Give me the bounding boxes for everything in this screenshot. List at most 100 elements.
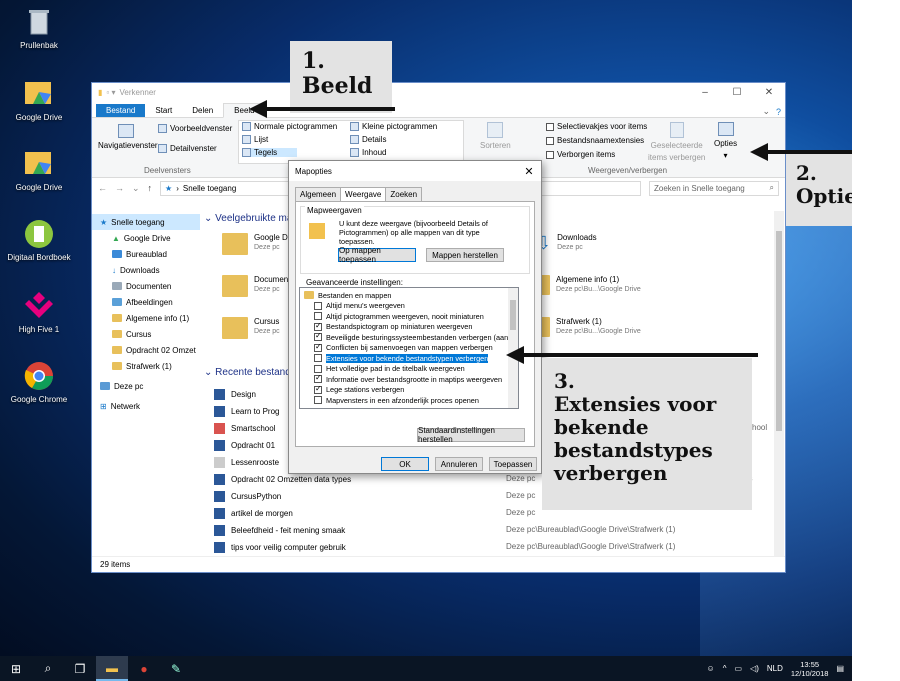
- nav-item-downloads[interactable]: ↓ Downloads: [92, 262, 200, 278]
- layout-small-icons[interactable]: Kleine pictogrammen: [350, 122, 437, 131]
- recent-file[interactable]: Learn to Prog: [214, 406, 279, 417]
- scrollbar-thumb[interactable]: [510, 300, 516, 330]
- nav-item-google-drive[interactable]: ▲ Google Drive: [92, 230, 200, 246]
- desktop-icon-google-drive[interactable]: Google Drive: [2, 78, 76, 122]
- task-view-icon[interactable]: ❐: [64, 656, 96, 681]
- nav-item-quick-access[interactable]: ★ Snelle toegang: [92, 214, 200, 230]
- paint-taskbar-icon[interactable]: ✎: [160, 656, 192, 681]
- tile-strafwerk[interactable]: Strafwerk (1) Deze pc\Bu...\Google Drive: [536, 317, 641, 337]
- list-item[interactable]: Bestanden en mappen: [304, 290, 518, 301]
- list-item[interactable]: Het volledige pad in de titelbalk weerge…: [304, 364, 518, 375]
- checkbox-hidden-items[interactable]: Verborgen items: [546, 150, 615, 159]
- tile-documents[interactable]: Documen Deze pc: [222, 275, 288, 297]
- forward-icon[interactable]: →: [115, 183, 124, 193]
- tile-downloads[interactable]: ⇩ Downloads Deze pc: [536, 233, 597, 254]
- search-icon[interactable]: ⌕: [32, 656, 64, 681]
- notification-icon[interactable]: ▤: [836, 664, 844, 673]
- sort-button[interactable]: Sorteren: [480, 122, 511, 150]
- tab-start[interactable]: Start: [145, 104, 182, 117]
- recent-file[interactable]: artikel de morgen: [214, 508, 293, 519]
- cancel-button[interactable]: Annuleren: [435, 457, 483, 471]
- layout-tiles[interactable]: Tegels: [242, 148, 298, 157]
- quick-access-toolbar-icon[interactable]: ▫ ▾: [106, 88, 115, 97]
- nav-item-cursus[interactable]: Cursus: [92, 326, 200, 342]
- recent-file[interactable]: CursusPython: [214, 491, 281, 502]
- layout-list[interactable]: Lijst: [242, 135, 268, 144]
- desktop-icon-google-drive-2[interactable]: Google Drive: [2, 148, 76, 192]
- list-item[interactable]: Lege stations verbergen: [304, 384, 518, 396]
- scrollbar-thumb[interactable]: [776, 231, 782, 431]
- desktop-icon-digitaal-bordboek[interactable]: Digitaal Bordboek: [2, 218, 76, 262]
- start-icon[interactable]: ⊞: [0, 656, 32, 681]
- people-icon[interactable]: ☺: [707, 664, 715, 673]
- volume-icon[interactable]: ◁): [750, 664, 759, 673]
- layout-details[interactable]: Details: [350, 135, 386, 144]
- checkbox-file-extensions[interactable]: Bestandsnaamextensies: [546, 136, 644, 145]
- recent-file[interactable]: Smartschool: [214, 423, 275, 434]
- close-icon[interactable]: ✕: [517, 165, 541, 178]
- ok-button[interactable]: OK: [381, 457, 429, 471]
- hide-extensions-checkbox[interactable]: [314, 354, 322, 363]
- minimize-icon[interactable]: –: [689, 87, 721, 98]
- file-explorer-taskbar-icon[interactable]: ▬: [96, 656, 128, 681]
- tab-view[interactable]: Weergave: [340, 187, 387, 202]
- apply-button[interactable]: Toepassen: [489, 457, 537, 471]
- nav-item-opdracht-02[interactable]: Opdracht 02 Omzet: [92, 342, 200, 358]
- tab-share[interactable]: Delen: [182, 104, 223, 117]
- hide-selected-button[interactable]: Geselecteerde items verbergen: [648, 122, 705, 162]
- close-icon[interactable]: ✕: [753, 87, 785, 98]
- recent-file[interactable]: Opdracht 02 Omzetten data types: [214, 474, 351, 485]
- chevron-down-icon[interactable]: ⌄: [132, 183, 140, 194]
- recent-file[interactable]: tips voor veilig computer gebruik: [214, 542, 346, 553]
- details-pane-button[interactable]: Detailvenster: [158, 144, 217, 153]
- list-item[interactable]: Altijd menu's weergeven: [304, 301, 518, 312]
- chevron-up-icon[interactable]: ^: [723, 664, 727, 673]
- vertical-scrollbar[interactable]: [774, 211, 784, 556]
- desktop-icon-google-chrome[interactable]: Google Chrome: [2, 360, 76, 404]
- preview-pane-button[interactable]: Voorbeeldvenster: [158, 124, 232, 133]
- list-item[interactable]: Mapvensters in een afzonderlijk proces o…: [304, 395, 518, 406]
- tile-cursus[interactable]: Cursus Deze pc: [222, 317, 280, 339]
- list-item[interactable]: Conflicten bij samenvoegen van mappen ve…: [304, 342, 518, 354]
- hide-extensions-item[interactable]: Extensies voor bekende bestandstypen ver…: [304, 352, 518, 364]
- chrome-taskbar-icon[interactable]: ●: [128, 656, 160, 681]
- recent-file[interactable]: Design: [214, 389, 256, 400]
- checkbox-item-checkboxes[interactable]: Selectievakjes voor items: [546, 122, 647, 131]
- maximize-icon[interactable]: ☐: [721, 87, 753, 98]
- recent-file[interactable]: Beleefdheid - feit mening smaak: [214, 525, 345, 536]
- tab-search[interactable]: Zoeken: [385, 187, 423, 202]
- nav-item-desktop[interactable]: Bureaublad: [92, 246, 200, 262]
- options-button[interactable]: Opties ▾: [714, 122, 737, 160]
- nav-item-pictures[interactable]: Afbeeldingen: [92, 294, 200, 310]
- list-item[interactable]: Altijd pictogrammen weergeven, nooit min…: [304, 311, 518, 322]
- reset-folders-button[interactable]: Mappen herstellen: [426, 248, 504, 262]
- restore-defaults-button[interactable]: Standaardinstellingen herstellen: [417, 426, 525, 444]
- navigation-pane-button[interactable]: Navigatievenster: [98, 124, 158, 150]
- clock[interactable]: 13:55 12/10/2018: [791, 660, 829, 678]
- nav-item-network[interactable]: ⊞ Netwerk: [92, 398, 200, 414]
- list-item[interactable]: Bestandspictogram op miniaturen weergeve…: [304, 321, 518, 333]
- section-frequent[interactable]: ⌄ Veelgebruikte ma: [204, 213, 292, 224]
- search-input[interactable]: Zoeken in Snelle toegang ⌕: [649, 180, 779, 196]
- network-icon[interactable]: ▭: [734, 664, 742, 673]
- ribbon-collapse-icon[interactable]: ⌄: [762, 106, 770, 117]
- tile-algemene-info[interactable]: Algemene info (1) Deze pc\Bu...\Google Dr…: [536, 275, 641, 295]
- nav-item-algemene-info[interactable]: Algemene info (1): [92, 310, 200, 326]
- nav-item-documents[interactable]: Documenten: [92, 278, 200, 294]
- help-icon[interactable]: ?: [776, 107, 781, 117]
- layout-normal-icons[interactable]: Normale pictogrammen: [242, 122, 337, 131]
- tab-general[interactable]: Algemeen: [295, 187, 342, 202]
- up-icon[interactable]: ↑: [148, 183, 153, 193]
- list-item[interactable]: Informatie over bestandsgrootte in mapti…: [304, 373, 518, 385]
- tile-google-drive[interactable]: Google D Deze pc: [222, 233, 288, 255]
- nav-item-this-pc[interactable]: Deze pc: [92, 378, 200, 394]
- language-indicator[interactable]: NLD: [767, 664, 783, 673]
- list-item[interactable]: Beveiligde besturingssysteembestanden ve…: [304, 331, 518, 343]
- desktop-icon-recycle-bin[interactable]: Prullenbak: [2, 6, 76, 50]
- recent-file[interactable]: Opdracht 01: [214, 440, 275, 451]
- nav-item-strafwerk[interactable]: Strafwerk (1): [92, 358, 200, 374]
- layout-content[interactable]: Inhoud: [350, 148, 386, 157]
- tab-file[interactable]: Bestand: [96, 104, 146, 117]
- desktop-icon-high-five[interactable]: High Five 1: [2, 290, 76, 334]
- apply-to-folders-button[interactable]: Op mappen toepassen: [338, 246, 416, 264]
